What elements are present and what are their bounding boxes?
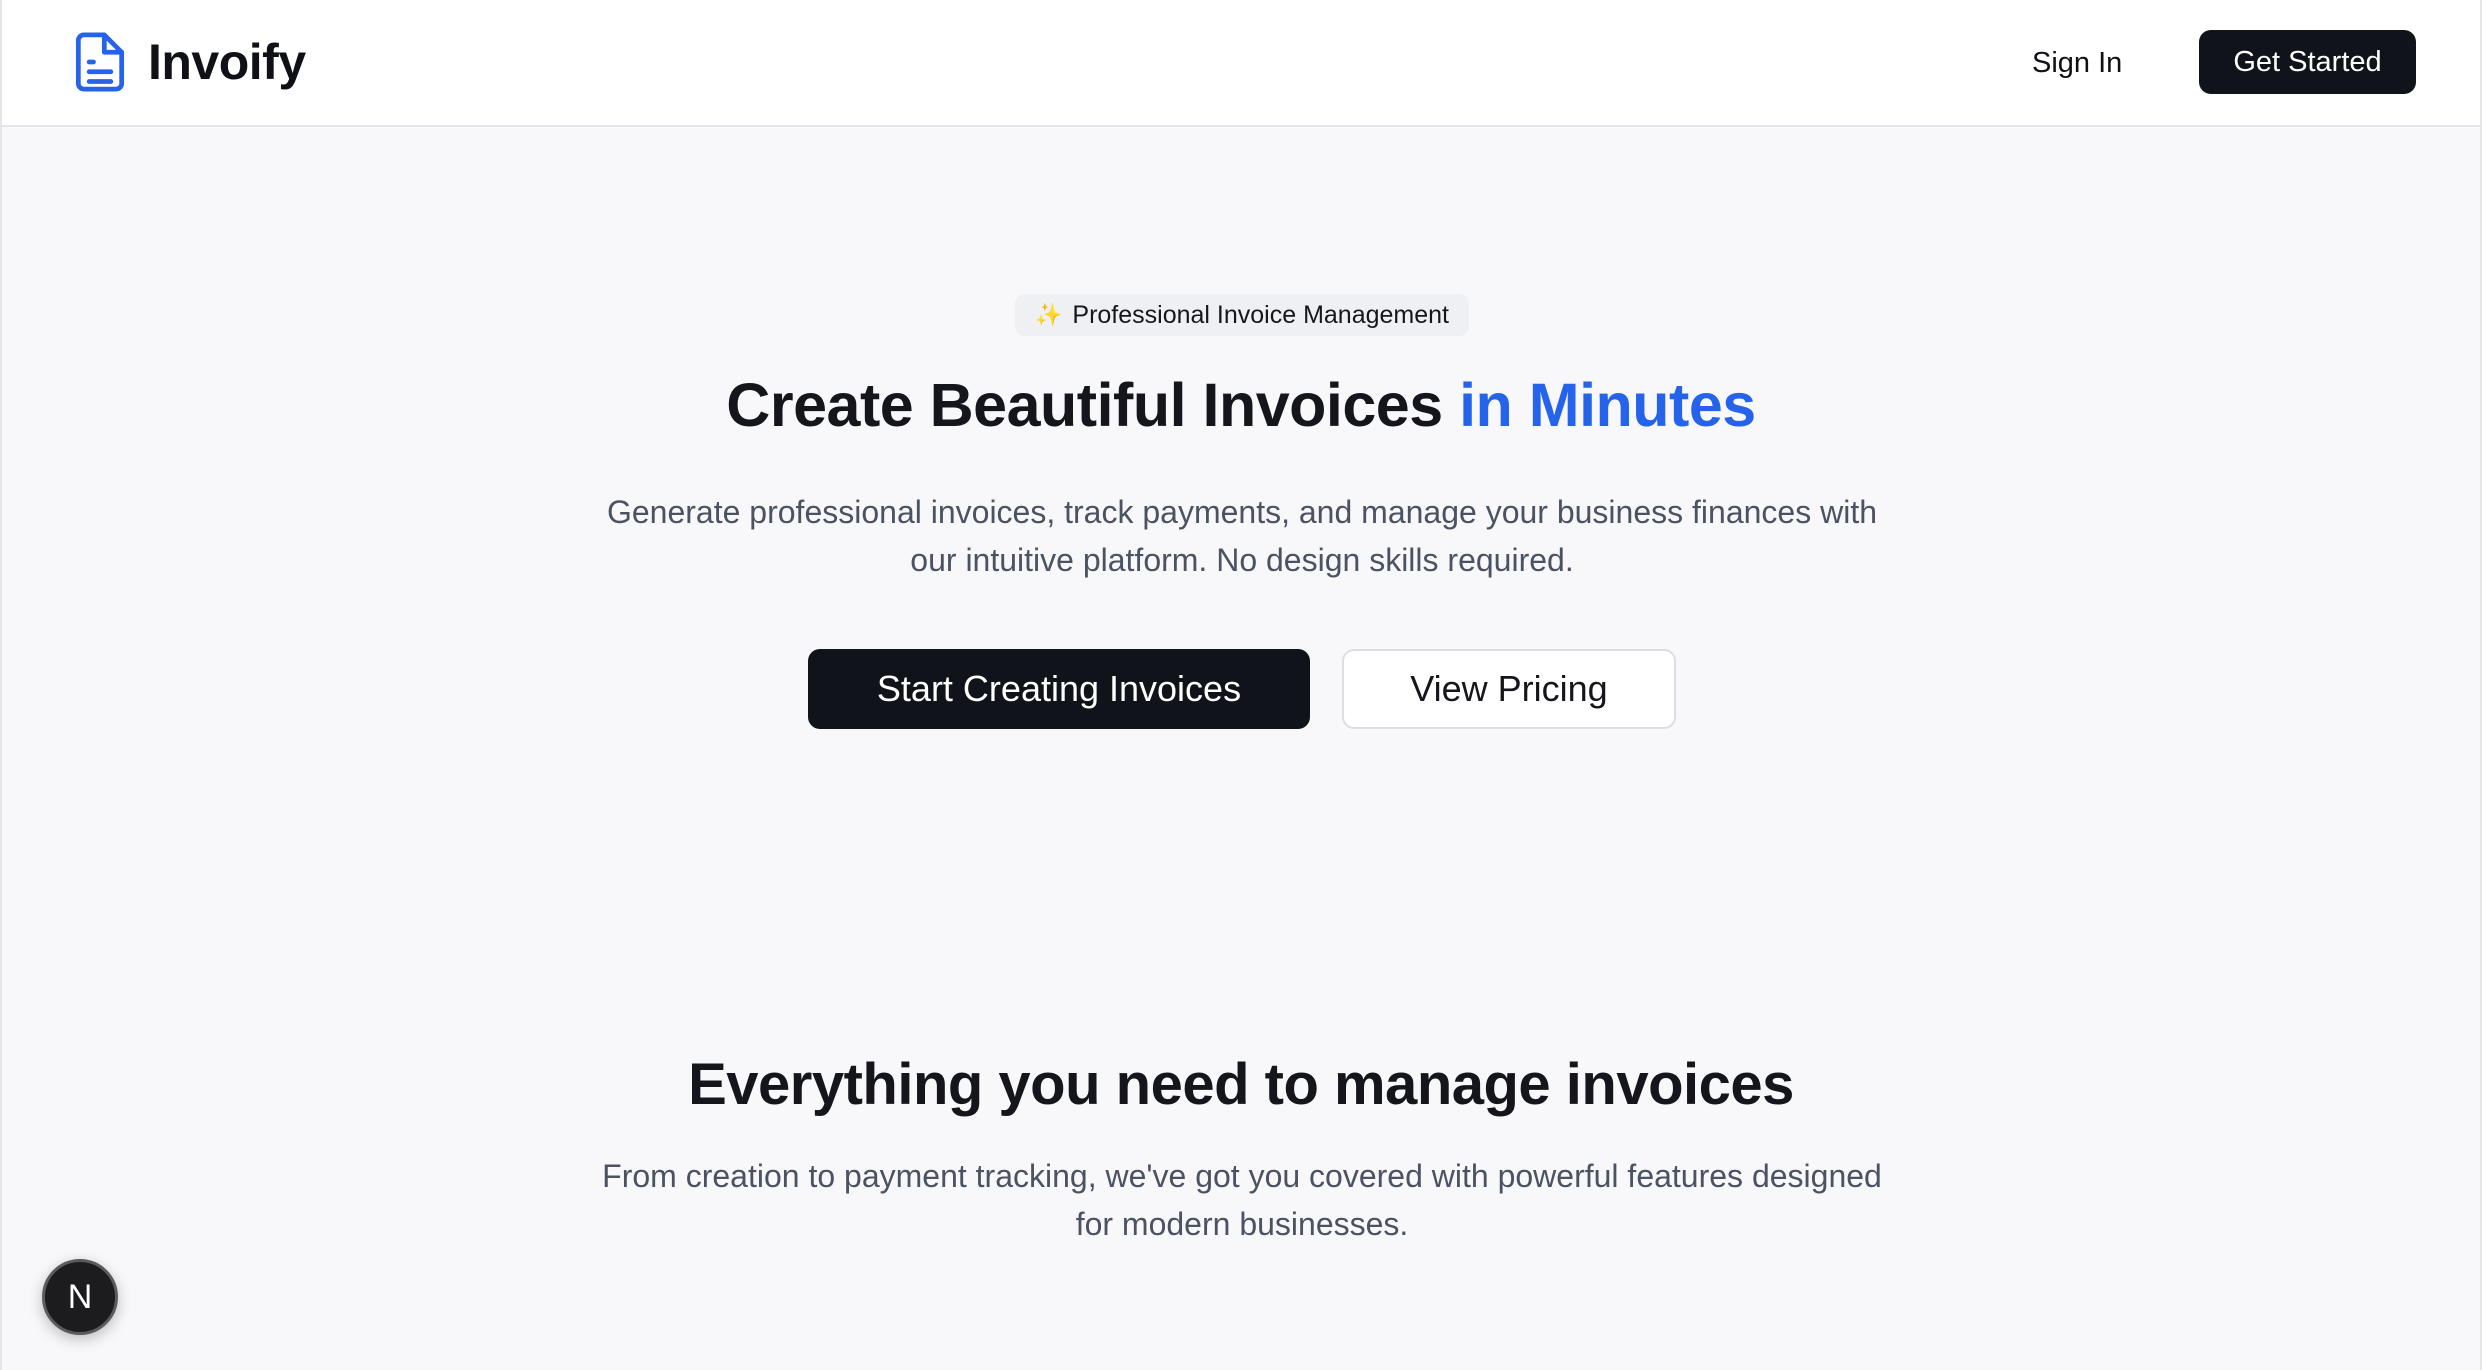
start-creating-invoices-button[interactable]: Start Creating Invoices <box>808 649 1310 729</box>
file-text-icon <box>75 32 125 92</box>
hero-title-accent: in Minutes <box>1459 371 1756 439</box>
features-title: Everything you need to manage invoices <box>688 1052 1794 1117</box>
hero-subtitle: Generate professional invoices, track pa… <box>542 488 1942 584</box>
sparkles-icon: ✨ <box>1034 302 1063 327</box>
brand[interactable]: Invoify <box>74 30 306 94</box>
hero-title: Create Beautiful Invoices in Minutes <box>2 360 2480 450</box>
features-subtitle: From creation to payment tracking, we've… <box>542 1152 1942 1248</box>
page: Invoify Sign In Get Started ✨ Profession… <box>0 0 2482 1370</box>
top-navbar: Invoify Sign In Get Started <box>2 0 2480 127</box>
nextjs-icon: N <box>67 1277 93 1316</box>
hero-badge-text: Professional Invoice Management <box>1072 300 1449 329</box>
get-started-button[interactable]: Get Started <box>2199 30 2416 94</box>
hero-title-main: Create Beautiful Invoices <box>726 371 1460 439</box>
hero-badge: ✨ Professional Invoice Management <box>1015 294 1469 336</box>
view-pricing-button[interactable]: View Pricing <box>1342 649 1676 729</box>
hero-subtitle-line-2: our intuitive platform. No design skills… <box>910 542 1574 578</box>
nextjs-dev-indicator[interactable]: N <box>42 1259 118 1335</box>
sign-in-link[interactable]: Sign In <box>2032 38 2122 88</box>
features-subtitle-line-1: From creation to payment tracking, we've… <box>602 1158 1882 1194</box>
features-subtitle-line-2: for modern businesses. <box>1075 1206 1409 1242</box>
hero-subtitle-line-1: Generate professional invoices, track pa… <box>606 494 1877 530</box>
brand-name: Invoify <box>148 34 306 90</box>
